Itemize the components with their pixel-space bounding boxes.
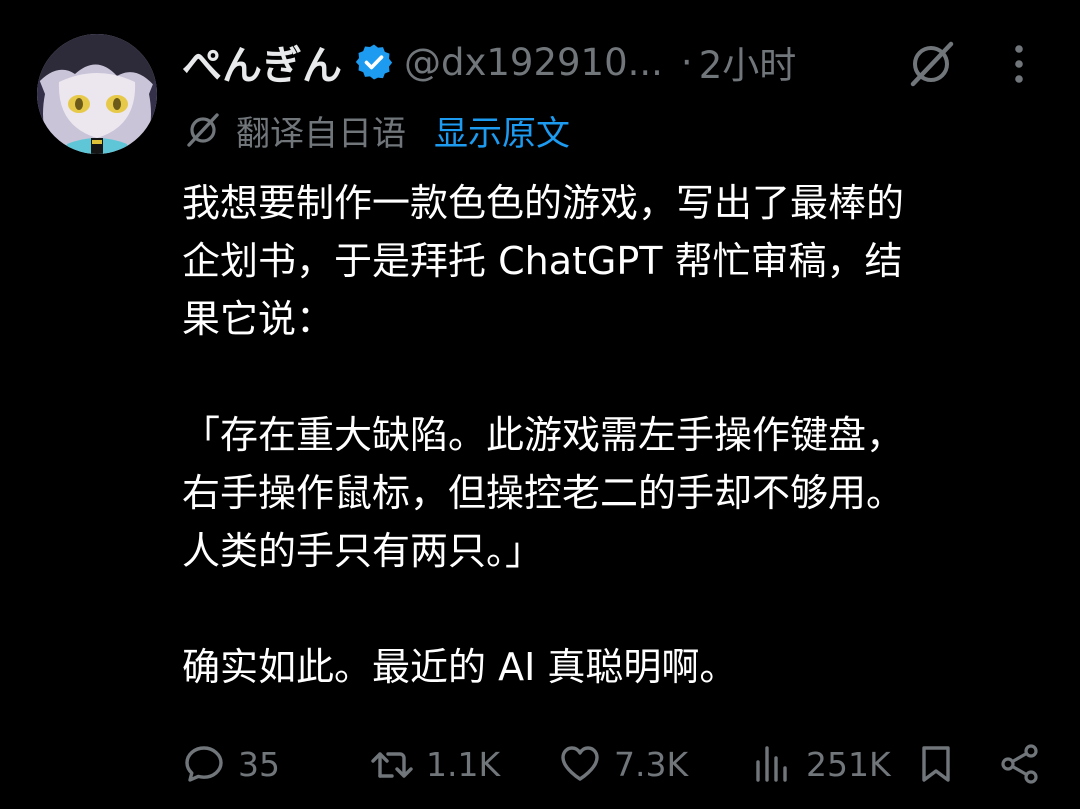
repost-icon bbox=[371, 752, 413, 778]
reply-count: 35 bbox=[238, 744, 280, 784]
post-text-line: 企划书，于是拜托 ChatGPT 帮忙审稿，结 bbox=[182, 239, 903, 283]
repost-count: 1.1K bbox=[426, 744, 501, 784]
like-count: 7.3K bbox=[614, 744, 689, 784]
author-display-name[interactable]: ぺんぎん bbox=[182, 33, 342, 91]
post-body: 我想要制作一款色色的游戏，写出了最棒的 企划书，于是拜托 ChatGPT 帮忙审… bbox=[182, 174, 1052, 696]
like-icon bbox=[561, 746, 599, 781]
more-options-icon[interactable] bbox=[1004, 42, 1034, 86]
show-original-link[interactable]: 显示原文 bbox=[434, 106, 570, 155]
header-separator: · bbox=[680, 40, 693, 84]
post-text-line: 确实如此。最近的 AI 真聪明啊。 bbox=[182, 645, 738, 689]
bookmark-button[interactable] bbox=[914, 738, 958, 790]
post-text-line: 我想要制作一款色色的游戏，写出了最棒的 bbox=[182, 181, 905, 225]
avatar[interactable] bbox=[37, 34, 157, 154]
verified-badge-icon bbox=[354, 42, 394, 82]
avatar-image bbox=[37, 34, 157, 154]
reply-button[interactable]: 35 bbox=[182, 738, 280, 790]
post-header: ぺんぎん @dx192910... · 2小时 bbox=[182, 32, 796, 92]
bookmark-icon bbox=[922, 746, 950, 782]
views-button[interactable]: 251K bbox=[750, 738, 891, 790]
post-text-line: 果它说： bbox=[182, 297, 335, 341]
views-count: 251K bbox=[806, 744, 891, 784]
translation-label: 翻译自日语 bbox=[236, 113, 406, 154]
repost-button[interactable]: 1.1K bbox=[370, 738, 500, 790]
post-text-line: 右手操作鼠标，但操控老二的手却不够用。 bbox=[182, 471, 905, 515]
post-text-line: 「存在重大缺陷。此游戏需左手操作键盘， bbox=[182, 413, 905, 457]
like-button[interactable]: 7.3K bbox=[558, 738, 688, 790]
share-button[interactable] bbox=[998, 738, 1042, 790]
reply-icon bbox=[185, 746, 223, 782]
translation-row: 翻译自日语 显示原文 bbox=[184, 106, 570, 155]
action-bar: 35 1.1K 7.3K 251K bbox=[182, 738, 1052, 790]
post-timestamp[interactable]: 2小时 bbox=[699, 35, 797, 89]
views-icon bbox=[756, 746, 787, 782]
post-text-line: 人类的手只有两只。」 bbox=[182, 529, 544, 573]
translate-icon bbox=[184, 111, 222, 149]
share-icon bbox=[1001, 744, 1038, 784]
grok-icon[interactable] bbox=[905, 38, 957, 90]
author-handle[interactable]: @dx192910... bbox=[404, 41, 663, 84]
